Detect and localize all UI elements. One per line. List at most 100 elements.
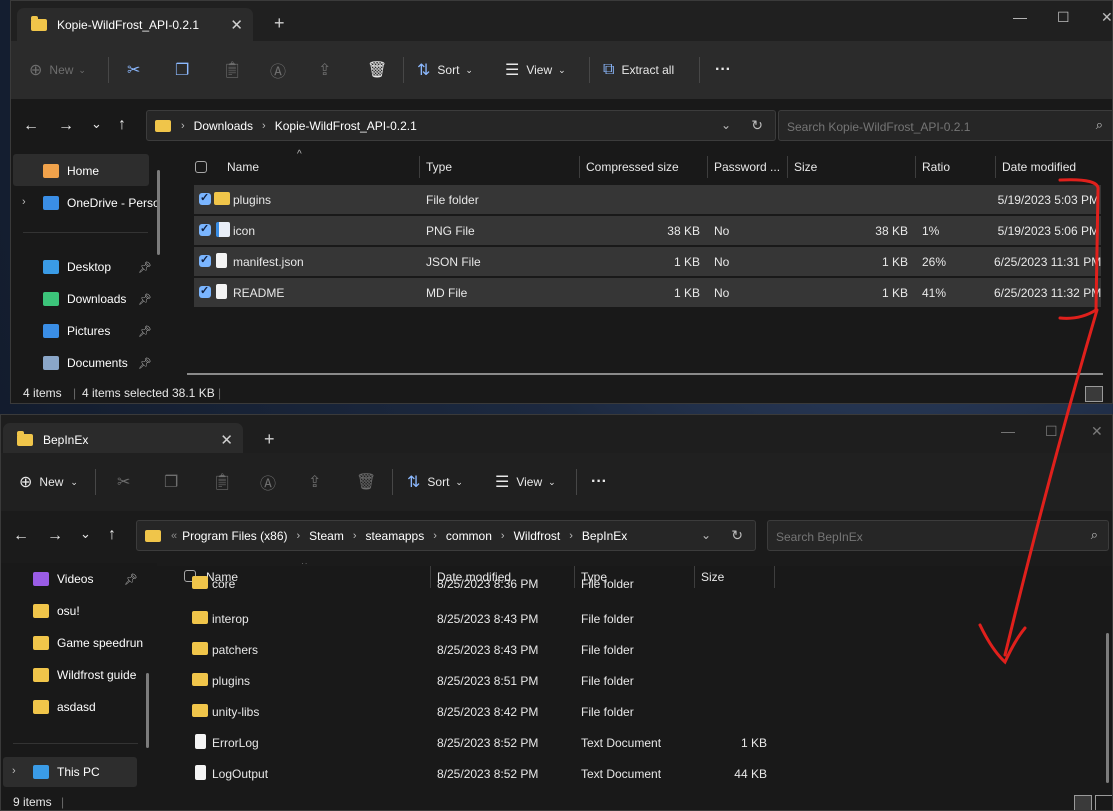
new-tab-icon[interactable]: + <box>264 429 275 450</box>
select-all-checkbox[interactable] <box>195 161 207 173</box>
pin-icon[interactable]: 📌︎ <box>124 573 138 586</box>
rename-button[interactable]: Ⓐ <box>260 453 283 511</box>
new-button[interactable]: ⊕ New ⌄ <box>29 41 86 99</box>
table-row[interactable]: LogOutput 8/25/2023 8:52 PM Text Document 4… <box>183 759 783 788</box>
table-row[interactable]: interop 8/25/2023 8:43 PM File folder <box>183 604 783 633</box>
breadcrumb-steam[interactable]: Steam <box>309 529 344 543</box>
tab-bepinex[interactable]: BepInEx ✕ <box>3 423 243 456</box>
pin-icon[interactable]: 📌︎ <box>138 293 152 306</box>
row-checkbox[interactable] <box>199 191 211 205</box>
breadcrumb-kopie[interactable]: Kopie-WildFrost_API-0.2.1 <box>275 119 417 133</box>
chevron-down-icon[interactable]: ⌄ <box>721 118 731 132</box>
recent-chevron-icon[interactable]: ⌄ <box>80 526 91 542</box>
sidebar-scrollbar[interactable] <box>157 170 160 255</box>
column-divider[interactable] <box>419 156 420 178</box>
details-view-button[interactable] <box>1074 795 1092 810</box>
overflow-chevron-icon[interactable]: « <box>171 530 177 542</box>
delete-button[interactable]: 🗑︎ <box>356 453 383 511</box>
new-tab-icon[interactable]: + <box>274 13 285 34</box>
minimize-icon[interactable]: — <box>1013 9 1027 25</box>
search-box[interactable]: ⌕ <box>778 110 1112 142</box>
expand-chevron-icon[interactable]: › <box>22 196 26 208</box>
back-arrow-icon[interactable]: ← <box>23 117 39 135</box>
copy-button[interactable]: ❐ <box>175 41 196 99</box>
up-arrow-icon[interactable]: ↑ <box>118 116 126 134</box>
row-checkbox[interactable] <box>199 284 211 298</box>
tiles-view-button[interactable] <box>1095 795 1112 810</box>
paste-button[interactable]: 📋︎ <box>222 41 249 99</box>
sidebar-item-videos[interactable]: Videos <box>33 564 93 594</box>
more-options-button[interactable]: ··· <box>715 41 731 99</box>
table-row[interactable]: core 8/25/2023 8:36 PM File folder <box>183 569 783 598</box>
delete-button[interactable]: 🗑︎ <box>367 41 394 99</box>
column-divider[interactable] <box>579 156 580 178</box>
sort-button[interactable]: ⇅ Sort ⌄ <box>417 41 473 99</box>
forward-arrow-icon[interactable]: → <box>58 117 74 135</box>
view-button[interactable]: ☰ View ⌄ <box>505 41 566 99</box>
more-options-button[interactable]: ··· <box>591 453 607 511</box>
up-arrow-icon[interactable]: ↑ <box>108 526 116 544</box>
sidebar-item-pictures[interactable]: Pictures <box>43 316 110 346</box>
search-input[interactable] <box>779 111 1069 142</box>
back-arrow-icon[interactable]: ← <box>13 527 29 545</box>
cut-button[interactable]: ✂ <box>127 41 147 99</box>
sidebar-item-desktop[interactable]: Desktop <box>43 252 111 282</box>
table-row[interactable]: patchers 8/25/2023 8:43 PM File folder <box>183 635 783 664</box>
recent-chevron-icon[interactable]: ⌄ <box>91 116 102 132</box>
sidebar-item-home[interactable]: Home <box>43 156 99 186</box>
sidebar-item-documents[interactable]: Documents <box>43 348 128 378</box>
sidebar-item-onedrive-perso[interactable]: OneDrive - Perso <box>43 188 160 218</box>
extract-all-button[interactable]: ⧉ Extract all <box>603 41 674 99</box>
share-button[interactable]: ⇪ <box>308 453 328 511</box>
column-header-password[interactable]: Password ... <box>714 160 780 174</box>
rename-button[interactable]: Ⓐ <box>270 41 293 99</box>
table-row[interactable]: plugins 8/25/2023 8:51 PM File folder <box>183 666 783 695</box>
pin-icon[interactable]: 📌︎ <box>138 325 152 338</box>
share-button[interactable]: ⇪ <box>318 41 338 99</box>
column-divider[interactable] <box>707 156 708 178</box>
copy-button[interactable]: ❐ <box>164 453 185 511</box>
breadcrumb-steamapps[interactable]: steamapps <box>366 529 425 543</box>
new-button[interactable]: ⊕ New ⌄ <box>19 453 78 511</box>
forward-arrow-icon[interactable]: → <box>47 527 63 545</box>
chevron-down-icon[interactable]: ⌄ <box>701 528 711 542</box>
refresh-icon[interactable]: ↻ <box>751 117 763 134</box>
column-header-type[interactable]: Type <box>426 160 452 174</box>
row-checkbox[interactable] <box>199 222 211 236</box>
sidebar-scrollbar[interactable] <box>146 673 149 748</box>
expand-chevron-icon[interactable]: › <box>12 765 16 777</box>
column-header-compressed-size[interactable]: Compressed size <box>586 160 679 174</box>
paste-button[interactable]: 📋︎ <box>212 453 239 511</box>
close-tab-icon[interactable]: ✕ <box>220 431 233 449</box>
table-row[interactable]: unity-libs 8/25/2023 8:42 PM File folder <box>183 697 783 726</box>
breadcrumb-common[interactable]: common <box>446 529 492 543</box>
close-window-icon[interactable]: ✕ <box>1101 9 1112 26</box>
sidebar-item-game-speedrun[interactable]: Game speedrun <box>33 628 143 658</box>
breadcrumb-program-files[interactable]: Program Files (x86) <box>182 529 287 543</box>
column-header-size[interactable]: Size <box>794 160 817 174</box>
cut-button[interactable]: ✂ <box>117 453 137 511</box>
maximize-icon[interactable]: ☐ <box>1057 9 1070 26</box>
sort-button[interactable]: ⇅ Sort ⌄ <box>407 453 463 511</box>
sidebar-item-downloads[interactable]: Downloads <box>43 284 126 314</box>
sidebar-item-wildfrost-guide[interactable]: Wildfrost guide <box>33 660 136 690</box>
table-row[interactable]: ErrorLog 8/25/2023 8:52 PM Text Document 1 … <box>183 728 783 757</box>
breadcrumb-downloads[interactable]: Downloads <box>194 119 253 133</box>
column-divider[interactable] <box>915 156 916 178</box>
refresh-icon[interactable]: ↻ <box>731 527 743 544</box>
row-checkbox[interactable] <box>199 253 211 267</box>
close-tab-icon[interactable]: ✕ <box>230 16 243 34</box>
view-button[interactable]: ☰ View ⌄ <box>495 453 556 511</box>
address-bar[interactable]: « Program Files (x86) › Steam › steamapp… <box>136 520 756 551</box>
sidebar-item-this-pc[interactable]: This PC <box>33 757 100 787</box>
column-header-ratio[interactable]: Ratio <box>922 160 950 174</box>
tab-kopie-wildfrost[interactable]: Kopie-WildFrost_API-0.2.1 ✕ <box>17 8 253 41</box>
column-header-name[interactable]: Name <box>227 160 259 174</box>
breadcrumb-bepinex[interactable]: BepInEx <box>582 529 627 543</box>
pin-icon[interactable]: 📌︎ <box>138 357 152 370</box>
sidebar-item-osu-[interactable]: osu! <box>33 596 80 626</box>
sidebar-item-asdasd[interactable]: asdasd <box>33 692 96 722</box>
breadcrumb-wildfrost[interactable]: Wildfrost <box>514 529 561 543</box>
address-bar[interactable]: › Downloads › Kopie-WildFrost_API-0.2.1 … <box>146 110 776 141</box>
pin-icon[interactable]: 📌︎ <box>138 261 152 274</box>
